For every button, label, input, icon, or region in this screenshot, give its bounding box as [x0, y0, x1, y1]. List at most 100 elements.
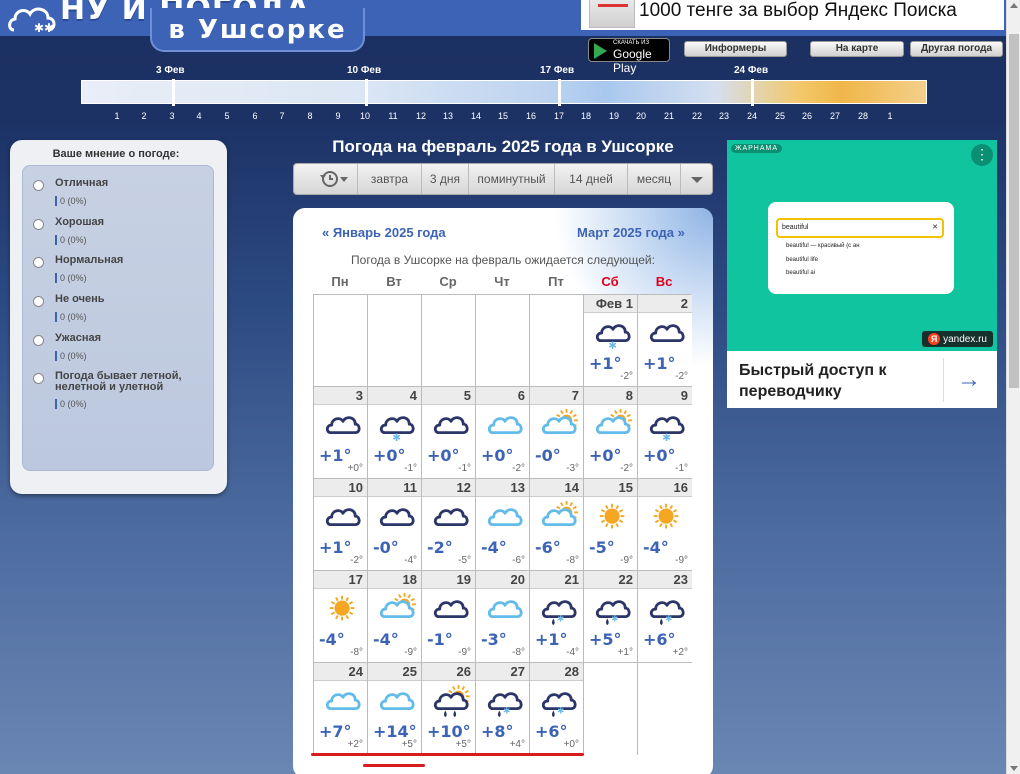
- temp-min: +1°: [617, 647, 633, 658]
- cloud-icon: [432, 501, 470, 535]
- calendar-day-cell[interactable]: 16 -4° -9°: [638, 479, 692, 571]
- calendar-day-cell[interactable]: 8 +0° -2°: [584, 387, 638, 479]
- tab-14-days[interactable]: 14 дней: [555, 164, 628, 194]
- calendar-day-cell[interactable]: Фев 1 ✱ +1° -2°: [584, 295, 638, 387]
- timeline-day-number[interactable]: 5: [217, 111, 237, 121]
- calendar-day-cell[interactable]: 9 ✱ +0° -1°: [638, 387, 692, 479]
- tab-minutely[interactable]: поминутный: [469, 164, 555, 194]
- temp-min: -5°: [458, 555, 471, 566]
- calendar-day-cell[interactable]: 2 +1° -2°: [638, 295, 692, 387]
- page-scrollbar[interactable]: [1006, 0, 1020, 774]
- calendar-day-cell[interactable]: 27 ✱ +8° +4°: [476, 663, 530, 755]
- timeline-day-number[interactable]: 27: [825, 111, 845, 121]
- calendar-day-cell[interactable]: 21 ✱ +1° -4°: [530, 571, 584, 663]
- scrollbar-thumb[interactable]: [1009, 34, 1019, 388]
- calendar-day-cell[interactable]: 22 ✱ +5° +1°: [584, 571, 638, 663]
- calendar-day-cell[interactable]: 7 -0° -3°: [530, 387, 584, 479]
- poll-radio[interactable]: [33, 296, 44, 307]
- tab-3-days[interactable]: 3 дня: [422, 164, 469, 194]
- google-play-button[interactable]: СКАЧАТЬ ИЗ Google Play: [588, 38, 670, 75]
- timeline-day-number[interactable]: 22: [687, 111, 707, 121]
- logo-cloud-icon[interactable]: ✱✱: [8, 0, 68, 34]
- logo-city[interactable]: в Ушсорке: [150, 8, 365, 52]
- calendar-day-cell[interactable]: 23 ✱ +6° +2°: [638, 571, 692, 663]
- timeline-day-number[interactable]: 19: [604, 111, 624, 121]
- other-weather-button[interactable]: Другая погода: [910, 41, 1003, 57]
- history-tab[interactable]: [294, 164, 358, 194]
- calendar-day-cell[interactable]: 10 +1° -2°: [314, 479, 368, 571]
- timeline-day-number[interactable]: 6: [245, 111, 265, 121]
- calendar-day-cell[interactable]: 17 -4° -8°: [314, 571, 368, 663]
- weekday-header: Пт: [548, 274, 564, 289]
- timeline-day-number[interactable]: 12: [411, 111, 431, 121]
- timeline-day-number[interactable]: 28: [853, 111, 873, 121]
- month-timeline-bar[interactable]: [81, 79, 927, 106]
- side-ad[interactable]: ЖАРНАМА ⋮ beautiful ✕ beautiful — красивы…: [727, 140, 997, 408]
- poll-radio[interactable]: [33, 373, 44, 384]
- ad-badge: ЖАРНАМА: [731, 144, 783, 153]
- timeline-day-number[interactable]: 10: [355, 111, 375, 121]
- on-map-button[interactable]: На карте: [810, 41, 904, 57]
- calendar-day-cell[interactable]: 28 ✱ +6° +0°: [530, 663, 584, 755]
- temp-max: -1°: [427, 630, 453, 649]
- timeline-day-number[interactable]: 17: [549, 111, 569, 121]
- temp-max: -4°: [481, 538, 507, 557]
- timeline-day-number[interactable]: 11: [383, 111, 403, 121]
- day-number: 10: [348, 480, 363, 495]
- poll-radio[interactable]: [33, 257, 44, 268]
- ad-menu-icon[interactable]: ⋮: [971, 144, 993, 166]
- temp-min: -3°: [566, 463, 579, 474]
- calendar-day-cell[interactable]: 12 -2° -5°: [422, 479, 476, 571]
- timeline-day-number[interactable]: 24: [742, 111, 762, 121]
- prev-month-link[interactable]: « Январь 2025 года: [322, 225, 446, 240]
- sun-cloud-icon: [540, 501, 578, 535]
- timeline-day-number[interactable]: 16: [521, 111, 541, 121]
- calendar-day-cell[interactable]: 18 -4° -9°: [368, 571, 422, 663]
- arrow-right-icon[interactable]: →: [957, 366, 981, 394]
- calendar-day-cell[interactable]: 25 +14° +5°: [368, 663, 422, 755]
- calendar-day-cell[interactable]: 26 +10° +5°: [422, 663, 476, 755]
- calendar-day-cell[interactable]: 5 +0° -1°: [422, 387, 476, 479]
- timeline-day-number[interactable]: 23: [714, 111, 734, 121]
- top-banner-ad[interactable]: 1000 тенге за выбор Яндекс Поиска: [581, 0, 1004, 30]
- calendar-day-cell[interactable]: 6 +0° -2°: [476, 387, 530, 479]
- timeline-day-number[interactable]: 13: [438, 111, 458, 121]
- timeline-day-number[interactable]: 26: [797, 111, 817, 121]
- temp-min: +5°: [401, 739, 417, 750]
- timeline-day-number[interactable]: 15: [493, 111, 513, 121]
- timeline-day-number[interactable]: 1: [107, 111, 127, 121]
- timeline-day-number[interactable]: 9: [328, 111, 348, 121]
- timeline-day-number[interactable]: 4: [189, 111, 209, 121]
- timeline-day-number[interactable]: 25: [770, 111, 790, 121]
- timeline-day-number[interactable]: 1: [880, 111, 900, 121]
- calendar-day-cell[interactable]: 3 +1° +0°: [314, 387, 368, 479]
- calendar-day-cell[interactable]: 11 -0° -4°: [368, 479, 422, 571]
- calendar-day-cell[interactable]: 13 -4° -6°: [476, 479, 530, 571]
- timeline-day-number[interactable]: 3: [162, 111, 182, 121]
- calendar-day-cell[interactable]: 19 -1° -9°: [422, 571, 476, 663]
- timeline-day-number[interactable]: 21: [659, 111, 679, 121]
- calendar-day-cell[interactable]: 15 -5° -9°: [584, 479, 638, 571]
- tab-tomorrow[interactable]: завтра: [358, 164, 422, 194]
- timeline-day-number[interactable]: 2: [134, 111, 154, 121]
- calendar-day-cell[interactable]: 4 ✱ +0° -1°: [368, 387, 422, 479]
- timeline-day-number[interactable]: 8: [300, 111, 320, 121]
- tab-month[interactable]: месяц: [628, 164, 681, 194]
- calendar-day-cell[interactable]: 24 +7° +2°: [314, 663, 368, 755]
- day-number: 17: [348, 572, 363, 587]
- calendar-day-cell[interactable]: 14 -6° -8°: [530, 479, 584, 571]
- empty-day-cell: [368, 295, 422, 387]
- timeline-day-number[interactable]: 18: [576, 111, 596, 121]
- poll-radio[interactable]: [33, 335, 44, 346]
- timeline-day-number[interactable]: 14: [466, 111, 486, 121]
- temp-max: +0°: [427, 446, 460, 465]
- poll-radio[interactable]: [33, 219, 44, 230]
- next-month-link[interactable]: Март 2025 года »: [577, 225, 685, 240]
- temp-max: +1°: [643, 354, 676, 373]
- timeline-day-number[interactable]: 7: [272, 111, 292, 121]
- more-tabs-button[interactable]: [681, 164, 712, 194]
- informers-button[interactable]: Информеры: [684, 41, 787, 57]
- calendar-day-cell[interactable]: 20 -3° -8°: [476, 571, 530, 663]
- poll-radio[interactable]: [33, 180, 44, 191]
- timeline-day-number[interactable]: 20: [631, 111, 651, 121]
